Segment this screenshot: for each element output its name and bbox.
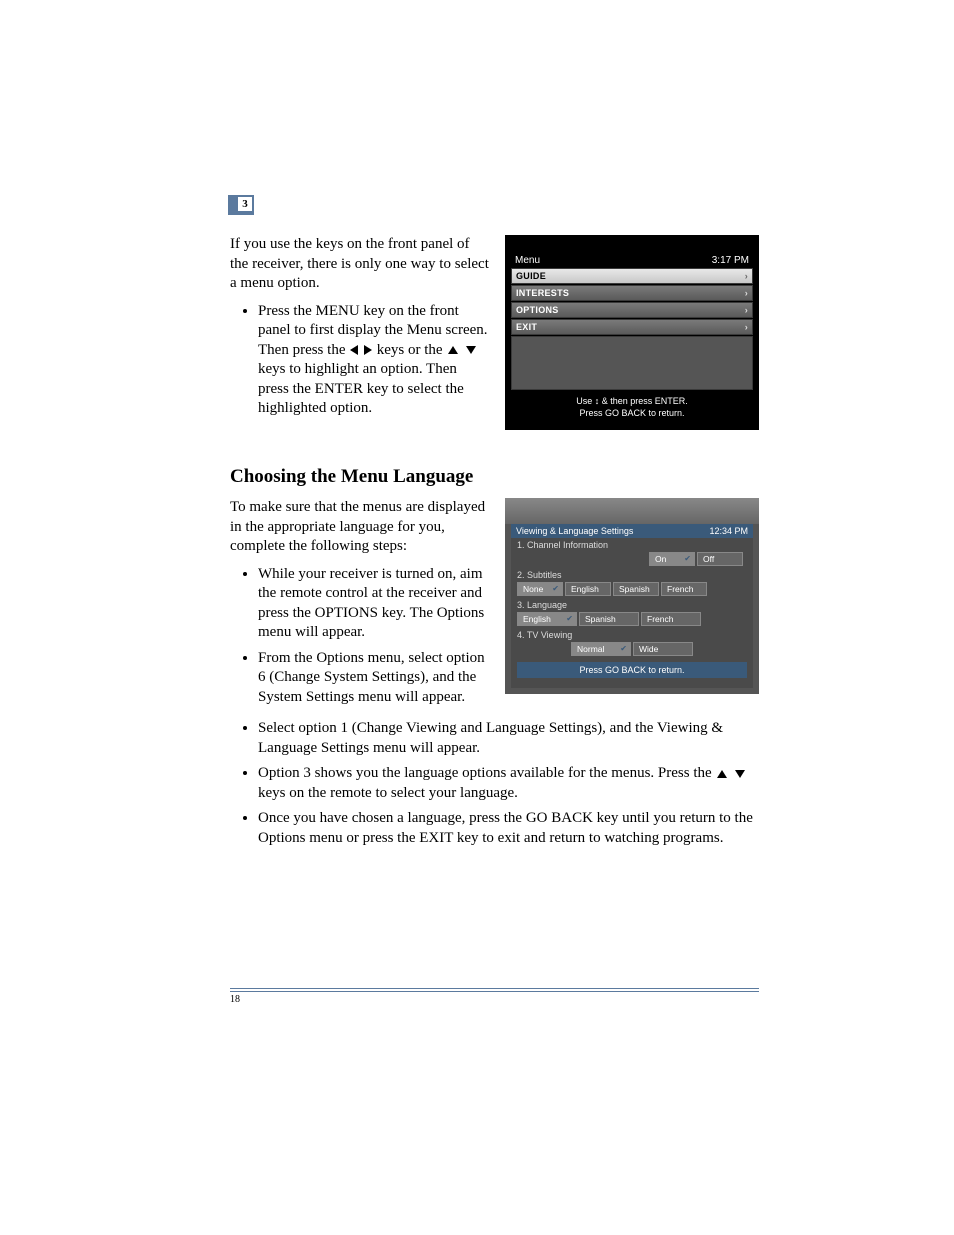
osd2-hint: Press GO BACK to return. — [517, 662, 747, 678]
osd2-opt-wide: Wide — [633, 642, 693, 656]
heading-choosing-language: Choosing the Menu Language — [230, 466, 759, 488]
osd2-opt-lang-english: English✔ — [517, 612, 577, 626]
osd2-row3-label: 3. Language — [511, 598, 753, 612]
section2-intro: To make sure that the menus are displaye… — [230, 498, 489, 557]
section-language: Viewing & Language Settings 12:34 PM 1. … — [230, 498, 759, 715]
footer-rule — [230, 988, 759, 992]
osd2-opt-english: English — [565, 582, 611, 596]
osd2-opt-off: Off — [697, 552, 743, 566]
osd2-opt-lang-french: French — [641, 612, 701, 626]
osd1-time: 3:17 PM — [712, 255, 749, 266]
page-number: 18 — [230, 994, 759, 1005]
osd2-opt-on: On✔ — [649, 552, 695, 566]
osd1-item-interests: INTERESTS› — [511, 285, 753, 301]
osd1-hint1: Use ↕ & then press ENTER. — [511, 390, 753, 408]
osd1-title: Menu — [515, 255, 540, 266]
osd2-opt-lang-spanish: Spanish — [579, 612, 639, 626]
section1-bullet1: Press the MENU key on the front panel to… — [258, 302, 489, 419]
chapter-badge: 3 — [228, 195, 254, 215]
arrow-down-icon — [466, 346, 476, 354]
arrow-up-icon — [717, 770, 727, 778]
osd1-item-options: OPTIONS› — [511, 302, 753, 318]
osd2-opt-spanish: Spanish — [613, 582, 659, 596]
osd2-row1-label: 1. Channel Information — [511, 538, 753, 552]
osd2-opt-french: French — [661, 582, 707, 596]
section2-b5: Once you have chosen a language, press t… — [258, 809, 759, 848]
section2-b2: From the Options menu, select option 6 (… — [258, 649, 489, 708]
osd2-opt-none: None✔ — [517, 582, 563, 596]
osd2-opt-normal: Normal✔ — [571, 642, 631, 656]
osd2-title: Viewing & Language Settings — [516, 526, 633, 536]
arrow-down-icon — [735, 770, 745, 778]
osd1-item-exit: EXIT› — [511, 319, 753, 335]
osd1-item-guide: GUIDE› — [511, 268, 753, 284]
screenshot-viewing-language: Viewing & Language Settings 12:34 PM 1. … — [505, 498, 759, 694]
arrow-right-icon — [364, 345, 372, 355]
arrow-left-icon — [350, 345, 358, 355]
osd2-row4-label: 4. TV Viewing — [511, 628, 753, 642]
section2-b3: Select option 1 (Change Viewing and Lang… — [258, 719, 759, 758]
osd2-time: 12:34 PM — [709, 526, 748, 536]
section1-intro: If you use the keys on the front panel o… — [230, 235, 489, 294]
osd2-row2-label: 2. Subtitles — [511, 568, 753, 582]
section2-b4: Option 3 shows you the language options … — [258, 764, 759, 803]
section-front-panel: Menu 3:17 PM GUIDE› INTERESTS› OPTIONS› … — [230, 235, 759, 440]
section2-b1: While your receiver is turned on, aim th… — [258, 565, 489, 643]
screenshot-menu: Menu 3:17 PM GUIDE› INTERESTS› OPTIONS› … — [505, 235, 759, 430]
chapter-number: 3 — [238, 197, 252, 211]
osd1-hint2: Press GO BACK to return. — [511, 408, 753, 420]
arrow-up-icon — [448, 346, 458, 354]
